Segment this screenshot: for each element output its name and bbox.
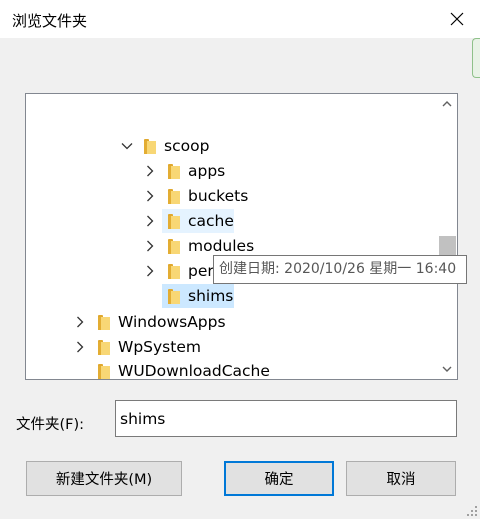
folder-tree[interactable]: scoop apps buckets cache modules shims W… [25, 93, 458, 380]
tree-item-label: buckets [188, 187, 249, 205]
folder-icon [168, 214, 180, 229]
tree-item-label: WpSystem [118, 338, 201, 356]
tree-item-label: modules [188, 237, 255, 255]
folder-label: 文件夹(F): [16, 417, 85, 433]
resize-grip-icon[interactable] [466, 505, 478, 517]
tooltip: 创建日期: 2020/10/26 星期一 16:40 [213, 255, 467, 284]
chevron-right-icon[interactable] [143, 261, 157, 281]
tree-item-wpsystem[interactable]: WpSystem [26, 335, 436, 359]
tree-item-windowsapps[interactable]: WindowsApps [26, 310, 436, 334]
tree-item-label: cache [188, 212, 234, 230]
chevron-right-icon[interactable] [73, 312, 87, 332]
folder-icon [98, 364, 110, 379]
folder-icon [168, 289, 180, 304]
chevron-up-icon [442, 101, 452, 107]
tree-item-scoop[interactable]: scoop [26, 134, 436, 158]
tree-item-label: apps [188, 162, 226, 180]
tree-item-label: shims [188, 287, 234, 305]
chevron-right-icon[interactable] [143, 186, 157, 206]
folder-name-input[interactable] [115, 400, 457, 437]
vertical-scrollbar[interactable] [437, 94, 457, 379]
scroll-thumb[interactable] [439, 236, 456, 256]
side-tab [472, 38, 480, 78]
tree-item-cache[interactable]: cache [26, 209, 436, 233]
tree-item-buckets[interactable]: buckets [26, 184, 436, 208]
chevron-right-icon[interactable] [143, 211, 157, 231]
folder-icon [168, 264, 180, 279]
folder-icon [168, 239, 180, 254]
title-bar: 浏览文件夹 [0, 0, 480, 38]
close-button[interactable] [434, 0, 480, 38]
tree-item-wudownloadcache[interactable]: WUDownloadCache [26, 359, 436, 380]
folder-icon [168, 164, 180, 179]
close-icon [450, 12, 464, 26]
scroll-up-button[interactable] [437, 94, 457, 114]
cancel-button[interactable]: 取消 [346, 461, 456, 496]
chevron-down-icon [442, 366, 452, 372]
scroll-down-button[interactable] [437, 359, 457, 379]
tree-item-label: WUDownloadCache [118, 362, 270, 380]
chevron-right-icon[interactable] [143, 161, 157, 181]
chevron-right-icon[interactable] [143, 236, 157, 256]
tree-item-label: WindowsApps [118, 313, 226, 331]
tree-item-apps[interactable]: apps [26, 159, 436, 183]
folder-icon [168, 189, 180, 204]
ok-button[interactable]: 确定 [224, 461, 334, 496]
tree-item-label: scoop [164, 137, 210, 155]
new-folder-button[interactable]: 新建文件夹(M) [26, 461, 182, 496]
folder-icon [144, 139, 156, 154]
window-title: 浏览文件夹 [12, 12, 88, 30]
chevron-right-icon[interactable] [73, 337, 87, 357]
folder-icon [98, 340, 110, 355]
tree-item-shims[interactable]: shims [26, 284, 436, 308]
folder-icon [98, 315, 110, 330]
chevron-down-icon[interactable] [120, 136, 134, 156]
